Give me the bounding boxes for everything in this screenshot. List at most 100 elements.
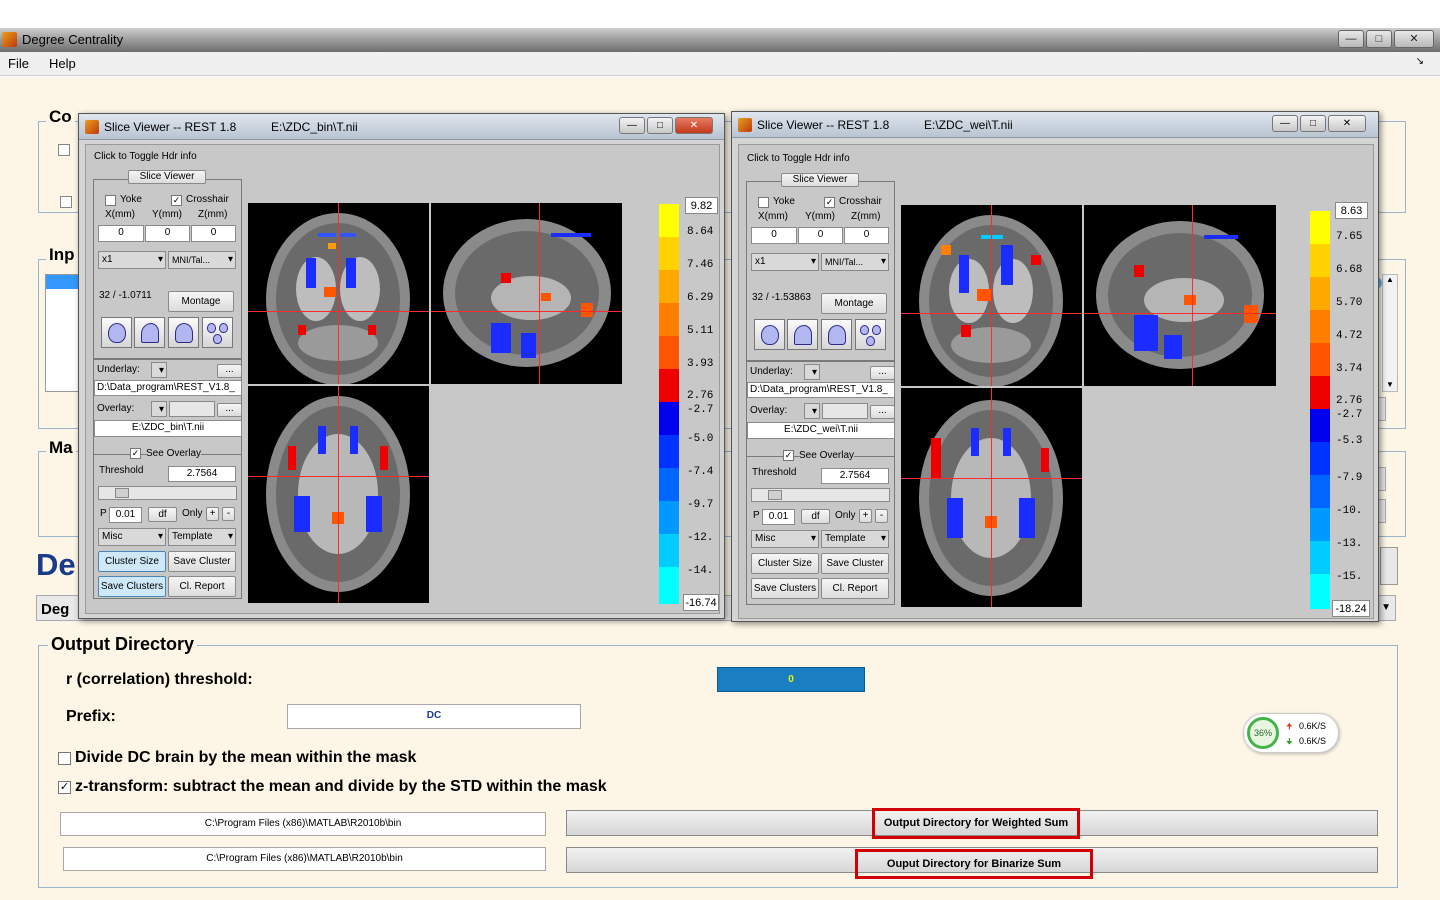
- yoke-checkbox[interactable]: [758, 197, 769, 208]
- sv1-close-button[interactable]: ✕: [675, 117, 713, 134]
- p-value-input[interactable]: 0.01: [109, 507, 142, 523]
- only-minus-button[interactable]: -: [875, 509, 888, 523]
- colorbar-min-value[interactable]: -18.24: [1332, 600, 1370, 617]
- output-binarize-button[interactable]: Ouput Directory for Binarize Sum: [566, 847, 1378, 879]
- config-checkbox-2[interactable]: [60, 196, 72, 208]
- save-cluster-button[interactable]: Save Cluster: [821, 553, 889, 574]
- df-button[interactable]: df: [148, 507, 177, 522]
- y-coord-input[interactable]: 0: [145, 225, 190, 242]
- overlay-slider[interactable]: [822, 403, 868, 419]
- overlay-browse-button[interactable]: ...: [217, 403, 242, 417]
- scroll-up-icon[interactable]: ▲: [1383, 275, 1397, 284]
- config-checkbox-1[interactable]: [58, 144, 70, 156]
- threshold-input[interactable]: 2.7564: [168, 466, 236, 482]
- save-clusters-button[interactable]: Save Clusters: [98, 576, 166, 597]
- yoke-checkbox[interactable]: [105, 195, 116, 206]
- maximize-button[interactable]: □: [1366, 30, 1392, 48]
- df-button[interactable]: df: [801, 509, 830, 524]
- see-overlay-checkbox[interactable]: ✓: [783, 450, 794, 461]
- threshold-slider[interactable]: [98, 486, 237, 500]
- montage-button[interactable]: Montage: [168, 291, 234, 312]
- see-overlay-checkbox[interactable]: ✓: [130, 448, 141, 459]
- toggle-hdr-info[interactable]: Click to Toggle Hdr info: [94, 151, 197, 162]
- dock-arrow-icon[interactable]: ↘: [1416, 56, 1424, 67]
- misc-select[interactable]: Misc: [98, 528, 166, 546]
- sv2-minimize-button[interactable]: —: [1272, 115, 1298, 132]
- r-threshold-input[interactable]: 0: [717, 667, 865, 692]
- weighted-dir-input[interactable]: C:\Program Files (x86)\MATLAB\R2010b\bin: [60, 812, 546, 836]
- sagittal-view-icon[interactable]: [134, 317, 165, 348]
- cl-report-button[interactable]: Cl. Report: [821, 578, 889, 599]
- only-plus-button[interactable]: +: [206, 507, 219, 521]
- cluster-size-button[interactable]: Cluster Size: [98, 551, 166, 572]
- overlay-file-field[interactable]: E:\ZDC_wei\T.nii: [747, 422, 895, 439]
- misc-select[interactable]: Misc: [751, 530, 819, 548]
- save-clusters-button[interactable]: Save Clusters: [751, 578, 819, 599]
- slice-viewer-label-button[interactable]: Slice Viewer: [781, 173, 859, 187]
- threshold-slider-thumb[interactable]: [768, 490, 782, 500]
- overlay-select[interactable]: [151, 401, 167, 418]
- crosshair-checkbox[interactable]: ✓: [171, 195, 182, 206]
- overlay-slider[interactable]: [169, 401, 215, 417]
- sv1-minimize-button[interactable]: —: [619, 117, 645, 134]
- underlay-browse-button[interactable]: ...: [870, 366, 895, 380]
- binarize-dir-input[interactable]: C:\Program Files (x86)\MATLAB\R2010b\bin: [63, 847, 546, 871]
- network-speed-widget[interactable]: 36% 🠉 0.6K/S 🠋 0.6K/S: [1243, 713, 1339, 753]
- toggle-hdr-info[interactable]: Click to Toggle Hdr info: [747, 153, 850, 164]
- z-coord-input[interactable]: 0: [191, 225, 236, 242]
- colorbar-min-value[interactable]: -16.74: [683, 594, 719, 611]
- sv2-close-button[interactable]: ✕: [1328, 115, 1366, 132]
- only-minus-button[interactable]: -: [222, 507, 235, 521]
- colorbar-max-value[interactable]: 9.82: [685, 197, 718, 214]
- zoom-select[interactable]: x1: [751, 253, 819, 271]
- overlay-select[interactable]: [804, 403, 820, 420]
- cl-report-button[interactable]: Cl. Report: [168, 576, 236, 597]
- colorbar-max-value[interactable]: 8.63: [1335, 202, 1368, 219]
- scroll-down-icon[interactable]: ▼: [1383, 380, 1397, 389]
- overlay-file-field[interactable]: E:\ZDC_bin\T.nii: [94, 420, 242, 437]
- template-select[interactable]: Template: [821, 530, 889, 548]
- z-transform-checkbox[interactable]: ✓: [58, 781, 71, 794]
- axial-slice-image[interactable]: [248, 386, 429, 603]
- ortho-view-icon[interactable]: [202, 317, 233, 348]
- x-coord-input[interactable]: 0: [98, 225, 144, 242]
- overlay-browse-button[interactable]: ...: [870, 405, 895, 419]
- underlay-path-field[interactable]: D:\Data_program\REST_V1.8_: [747, 382, 895, 398]
- threshold-input[interactable]: 2.7564: [821, 468, 889, 484]
- underlay-path-field[interactable]: D:\Data_program\REST_V1.8_: [94, 380, 242, 396]
- menu-file[interactable]: File: [8, 56, 29, 71]
- p-value-input[interactable]: 0.01: [762, 509, 795, 525]
- axial-view-icon[interactable]: [754, 319, 785, 350]
- slice-viewer-label-button[interactable]: Slice Viewer: [128, 170, 206, 184]
- coronal-slice-image[interactable]: [901, 205, 1082, 386]
- right-side-button[interactable]: [1380, 547, 1398, 585]
- dropdown-arrow-icon[interactable]: ▼: [1381, 602, 1391, 613]
- output-weighted-button[interactable]: Output Directory for Weighted Sum: [566, 808, 1378, 839]
- space-select[interactable]: MNI/Tal...: [168, 251, 236, 269]
- threshold-slider[interactable]: [751, 488, 890, 502]
- sv1-maximize-button[interactable]: □: [647, 117, 673, 134]
- underlay-browse-button[interactable]: ...: [217, 364, 242, 378]
- underlay-select[interactable]: [804, 364, 820, 381]
- underlay-select[interactable]: [151, 362, 167, 379]
- sagittal-slice-image[interactable]: [431, 203, 622, 384]
- divide-mean-checkbox[interactable]: [58, 752, 71, 765]
- sagittal-view-icon[interactable]: [787, 319, 818, 350]
- save-cluster-button[interactable]: Save Cluster: [168, 551, 236, 572]
- threshold-slider-thumb[interactable]: [115, 488, 129, 498]
- only-plus-button[interactable]: +: [859, 509, 872, 523]
- x-coord-input[interactable]: 0: [751, 227, 797, 244]
- prefix-input[interactable]: DC: [287, 704, 581, 729]
- axial-slice-image[interactable]: [901, 388, 1082, 607]
- y-coord-input[interactable]: 0: [798, 227, 843, 244]
- zoom-select[interactable]: x1: [98, 251, 166, 269]
- cluster-size-button[interactable]: Cluster Size: [751, 553, 819, 574]
- coronal-view-icon[interactable]: [821, 319, 852, 350]
- ortho-view-icon[interactable]: [855, 319, 886, 350]
- axial-view-icon[interactable]: [101, 317, 132, 348]
- coronal-view-icon[interactable]: [168, 317, 199, 348]
- sv2-maximize-button[interactable]: □: [1300, 115, 1326, 132]
- sagittal-slice-image[interactable]: [1084, 205, 1276, 386]
- menu-help[interactable]: Help: [49, 56, 76, 71]
- minimize-button[interactable]: —: [1338, 30, 1364, 48]
